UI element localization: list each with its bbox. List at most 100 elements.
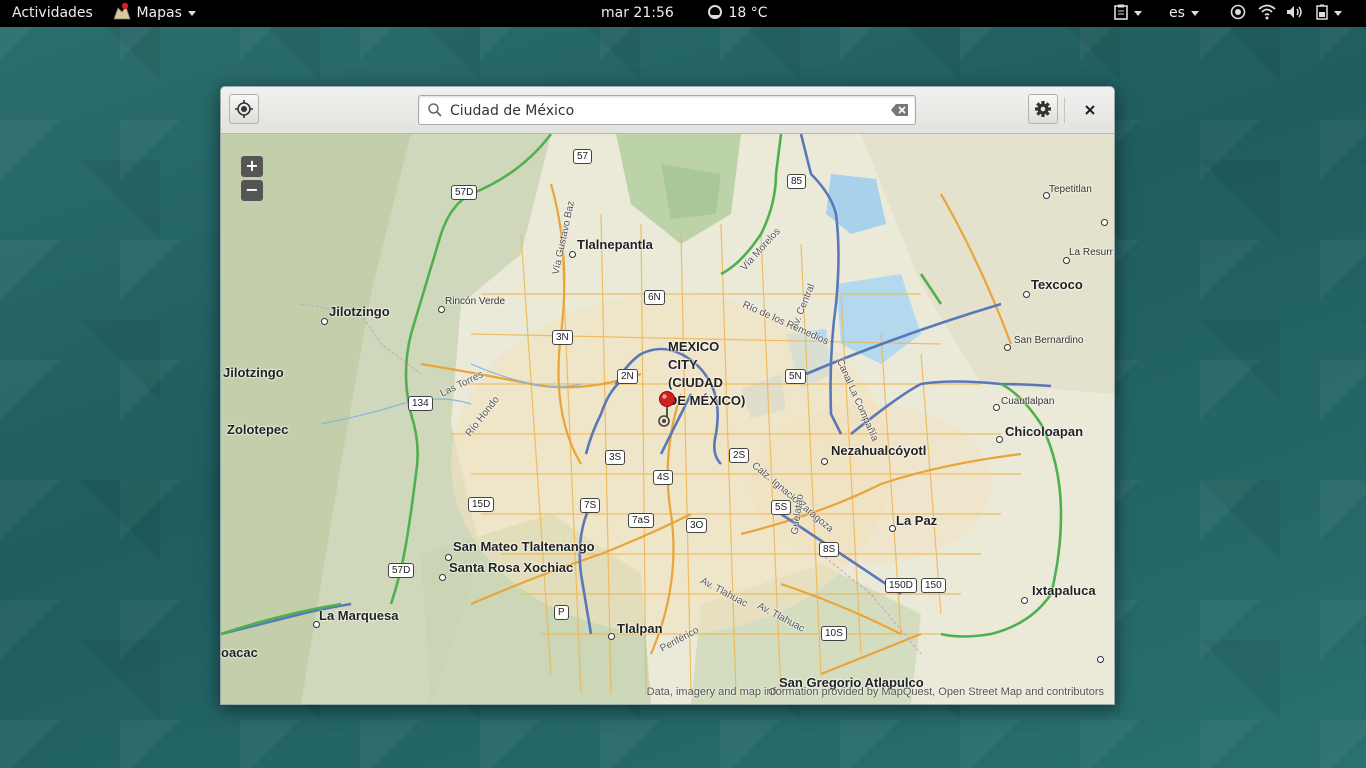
route-shield: 85 xyxy=(787,174,807,189)
map-view[interactable]: + − MEXICO CITY (CIUDAD DE MÉXICO) Tlaln… xyxy=(221,134,1114,704)
close-button[interactable] xyxy=(1078,95,1102,125)
place-dot xyxy=(1043,192,1050,199)
gear-icon xyxy=(1035,101,1051,117)
maps-app-icon xyxy=(113,2,131,19)
place-label: CITY xyxy=(668,357,698,372)
place-dot xyxy=(313,621,320,628)
route-shield: 57D xyxy=(388,563,415,578)
weather-temp: 18 °C xyxy=(728,5,768,21)
place-dot xyxy=(1021,597,1028,604)
place-label: MEXICO xyxy=(668,339,720,354)
route-shield: 5N xyxy=(785,369,806,384)
place-label: San Mateo Tlaltenango xyxy=(453,539,595,554)
zoom-out-button[interactable]: − xyxy=(241,180,263,201)
map-attribution: Data, imagery and map information provid… xyxy=(646,686,1104,698)
place-dot xyxy=(993,404,1000,411)
place-label: Santa Rosa Xochiac xyxy=(449,560,574,575)
place-label: La Marquesa xyxy=(319,608,399,623)
search-entry[interactable] xyxy=(418,95,916,125)
place-label: Texcoco xyxy=(1031,277,1083,292)
place-label: oacac xyxy=(221,645,258,660)
route-shield: 4S xyxy=(653,470,674,485)
place-label: (CIUDAD xyxy=(668,375,723,390)
clipboard-icon xyxy=(1114,4,1128,20)
route-shield: 5S xyxy=(771,500,792,515)
place-dot xyxy=(996,436,1003,443)
activities-button[interactable]: Actividades xyxy=(12,0,93,27)
clear-text-icon[interactable] xyxy=(891,103,909,117)
clipboard-indicator[interactable] xyxy=(1114,0,1142,27)
system-menu[interactable] xyxy=(1316,0,1342,27)
place-dot xyxy=(321,318,328,325)
header-bar xyxy=(221,87,1114,134)
route-shield: 3N xyxy=(552,330,573,345)
route-shield: 7aS xyxy=(628,513,654,528)
route-shield: P xyxy=(554,605,569,620)
place-label: Ixtapaluca xyxy=(1032,583,1096,598)
place-label: San Bernardino xyxy=(1014,335,1084,346)
search-input[interactable] xyxy=(448,99,872,123)
route-shield: 2S xyxy=(729,448,750,463)
location-icon xyxy=(235,100,253,118)
keyboard-layout-label: es xyxy=(1169,5,1185,21)
goto-current-location-button[interactable] xyxy=(229,94,259,124)
route-shield: 150D xyxy=(885,578,917,593)
route-shield: 6N xyxy=(644,290,665,305)
route-shield: 8S xyxy=(819,542,840,557)
place-label: DE MÉXICO) xyxy=(668,393,746,408)
close-icon xyxy=(1085,105,1095,115)
place-label: Nezahualcóyotl xyxy=(831,443,927,458)
keyboard-layout-indicator[interactable]: es xyxy=(1169,0,1199,27)
route-shield: 7S xyxy=(580,498,601,513)
place-label: La Paz xyxy=(896,513,938,528)
place-dot xyxy=(1023,291,1030,298)
place-dot xyxy=(569,251,576,258)
chevron-down-icon xyxy=(187,10,196,16)
chevron-down-icon xyxy=(1190,10,1199,16)
place-label: Zolotepec xyxy=(227,422,289,437)
route-shield: 134 xyxy=(408,396,433,411)
place-dot xyxy=(608,633,615,640)
layers-settings-button[interactable] xyxy=(1028,94,1058,124)
weather-icon xyxy=(708,4,722,19)
zoom-in-button[interactable]: + xyxy=(241,156,263,177)
route-shield: 10S xyxy=(821,626,847,641)
route-shield: 57 xyxy=(573,149,593,164)
app-menu[interactable]: Mapas xyxy=(112,0,196,27)
route-shield: 3S xyxy=(605,450,626,465)
accessibility-icon[interactable] xyxy=(1230,0,1246,27)
route-shield: 3O xyxy=(686,518,708,533)
weather-indicator[interactable]: 18 °C xyxy=(706,0,768,27)
clock[interactable]: mar 21:56 xyxy=(601,0,674,27)
place-dot xyxy=(1101,219,1108,226)
search-icon xyxy=(428,103,442,117)
chevron-down-icon xyxy=(1334,10,1342,16)
maps-window: + − MEXICO CITY (CIUDAD DE MÉXICO) Tlaln… xyxy=(220,86,1115,705)
app-menu-label: Mapas xyxy=(136,5,182,21)
place-dot xyxy=(439,574,446,581)
place-label: Cuautlalpan xyxy=(1001,396,1055,407)
place-label: La Resurr xyxy=(1069,247,1113,258)
location-pin-icon[interactable] xyxy=(656,391,678,431)
route-shield: 57D xyxy=(451,185,478,200)
battery-icon xyxy=(1316,4,1328,20)
wifi-icon[interactable] xyxy=(1258,0,1276,27)
place-label: Chicoloapan xyxy=(1005,424,1084,439)
header-separator xyxy=(1064,97,1065,123)
route-shield: 15D xyxy=(468,497,495,512)
place-label: Tlalpan xyxy=(617,621,663,636)
chevron-down-icon xyxy=(1134,10,1142,16)
place-dot xyxy=(889,525,896,532)
route-shield: 150 xyxy=(921,578,946,593)
top-bar: Actividades Mapas mar 21:56 18 °C es xyxy=(0,0,1366,27)
place-dot xyxy=(821,458,828,465)
place-dot xyxy=(1004,344,1011,351)
place-label: Tepetitlan xyxy=(1049,184,1092,195)
place-dot xyxy=(445,554,452,561)
place-dot xyxy=(438,306,445,313)
place-label: Rincón Verde xyxy=(445,296,506,307)
place-label: Jilotzingo xyxy=(329,304,390,319)
place-label: Jilotzingo xyxy=(223,365,284,380)
volume-icon[interactable] xyxy=(1286,0,1304,27)
place-label: Tlalnepantla xyxy=(577,237,653,252)
